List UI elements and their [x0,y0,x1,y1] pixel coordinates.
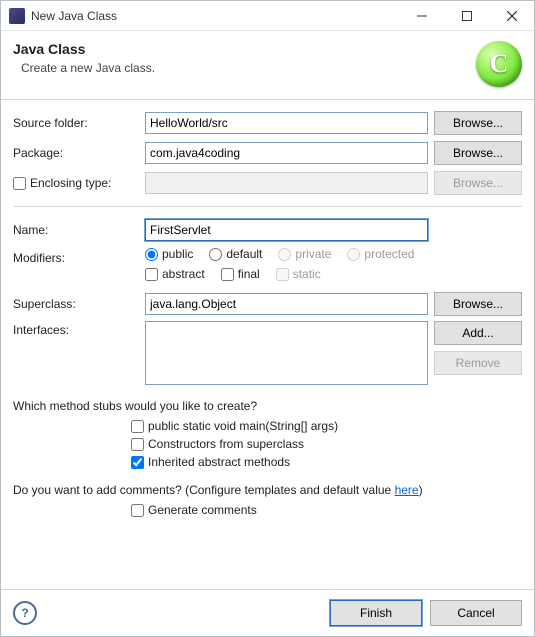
source-folder-label: Source folder: [13,116,139,130]
enclosing-type-checkbox[interactable] [13,177,26,190]
package-label: Package: [13,146,139,160]
help-button[interactable]: ? [13,601,37,625]
modifier-final[interactable]: final [221,267,260,281]
package-browse-button[interactable]: Browse... [434,141,522,165]
generate-comments[interactable]: Generate comments [131,503,522,517]
stub-inherited[interactable]: Inherited abstract methods [131,455,522,469]
superclass-input[interactable] [145,293,428,315]
interfaces-list[interactable] [145,321,428,385]
interfaces-add-button[interactable]: Add... [434,321,522,345]
new-java-class-dialog: New Java Class Java Class Create a new J… [0,0,535,637]
modifier-private: private [278,247,331,261]
maximize-icon [462,11,472,21]
modifiers-label: Modifiers: [13,247,139,265]
window-title: New Java Class [31,9,399,23]
banner-sub: Create a new Java class. [13,61,476,75]
enclosing-type-label: Enclosing type: [30,176,111,190]
enclosing-type-toggle[interactable]: Enclosing type: [13,176,139,190]
stubs-question: Which method stubs would you like to cre… [13,399,522,413]
interfaces-label: Interfaces: [13,321,139,337]
finish-button[interactable]: Finish [330,600,422,626]
maximize-button[interactable] [444,1,489,31]
dialog-body: Source folder: Browse... Package: Browse… [1,100,534,589]
stub-main[interactable]: public static void main(String[] args) [131,419,522,433]
banner: Java Class Create a new Java class. C [1,31,534,100]
modifier-protected: protected [347,247,414,261]
class-decor-icon: C [476,41,522,87]
minimize-button[interactable] [399,1,444,31]
modifier-static: static [276,267,321,281]
access-modifiers-group: public default private protected [145,247,428,261]
minimize-icon [417,11,427,21]
enclosing-type-input [145,172,428,194]
titlebar: New Java Class [1,1,534,31]
modifier-default[interactable]: default [209,247,262,261]
name-input[interactable] [145,219,428,241]
interfaces-remove-button: Remove [434,351,522,375]
configure-templates-link[interactable]: here [395,483,419,497]
enclosing-type-browse-button: Browse... [434,171,522,195]
close-button[interactable] [489,1,534,31]
other-modifiers-group: abstract final static [145,267,428,281]
comments-question: Do you want to add comments? (Configure … [13,483,522,497]
stub-constructors[interactable]: Constructors from superclass [131,437,522,451]
help-icon: ? [21,606,28,620]
modifier-public[interactable]: public [145,247,193,261]
close-icon [507,11,517,21]
superclass-label: Superclass: [13,297,139,311]
dialog-footer: ? Finish Cancel [1,589,534,636]
modifier-abstract[interactable]: abstract [145,267,205,281]
source-folder-input[interactable] [145,112,428,134]
name-label: Name: [13,223,139,237]
eclipse-icon [9,8,25,24]
banner-heading: Java Class [13,41,476,57]
separator [13,206,522,207]
superclass-browse-button[interactable]: Browse... [434,292,522,316]
cancel-button[interactable]: Cancel [430,600,522,626]
package-input[interactable] [145,142,428,164]
source-folder-browse-button[interactable]: Browse... [434,111,522,135]
